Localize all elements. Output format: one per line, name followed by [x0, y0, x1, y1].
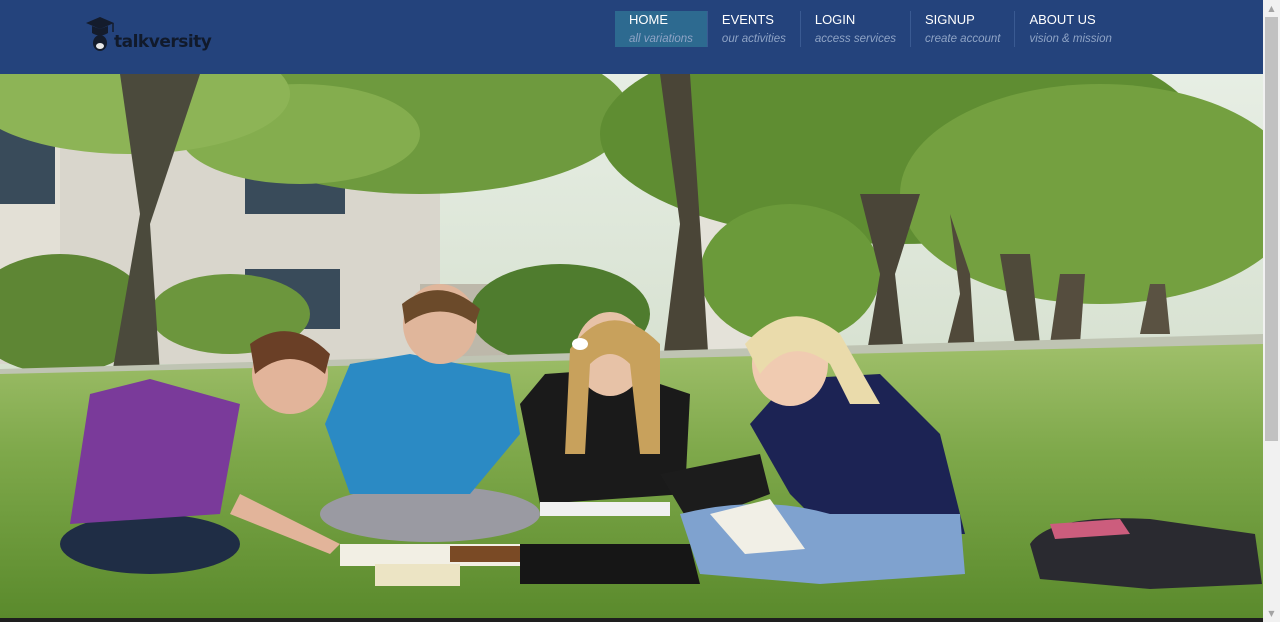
scrollbar-thumb[interactable] — [1265, 17, 1278, 441]
logo-text: talkversity — [114, 32, 212, 52]
nav-item-subtitle: our activities — [721, 33, 786, 45]
nav-item-about-us[interactable]: ABOUT US vision & mission — [1014, 11, 1125, 47]
graduation-cap-icon — [86, 17, 114, 51]
nav-item-subtitle: vision & mission — [1029, 33, 1112, 45]
arrow-up-icon[interactable]: ▲ — [1263, 0, 1280, 17]
nav-item-title: HOME — [629, 12, 668, 27]
top-navbar: talkversity HOME all variations EVENTS o… — [0, 0, 1263, 74]
nav-item-title: ABOUT US — [1029, 12, 1096, 27]
nav-item-home[interactable]: HOME all variations — [615, 11, 707, 47]
bottom-edge-strip — [0, 618, 1263, 622]
hero-banner-image — [0, 74, 1263, 618]
nav-item-title: EVENTS — [721, 12, 774, 27]
nav-item-title: LOGIN — [814, 12, 856, 27]
nav-item-subtitle: create account — [925, 33, 1001, 45]
arrow-down-icon[interactable]: ▼ — [1263, 605, 1280, 622]
main-menu: HOME all variations EVENTS our activitie… — [615, 11, 1126, 47]
nav-item-subtitle: all variations — [629, 33, 693, 45]
vertical-scrollbar[interactable]: ▲ ▼ — [1263, 0, 1280, 622]
nav-item-login[interactable]: LOGIN access services — [799, 11, 910, 47]
hero-photo-students-on-lawn — [0, 74, 1263, 618]
nav-item-title: SIGNUP — [925, 12, 975, 27]
nav-item-signup[interactable]: SIGNUP create account — [910, 11, 1014, 47]
nav-item-subtitle: access services — [814, 33, 897, 45]
site-logo[interactable]: talkversity — [84, 14, 212, 54]
nav-item-events[interactable]: EVENTS our activities — [706, 11, 800, 47]
